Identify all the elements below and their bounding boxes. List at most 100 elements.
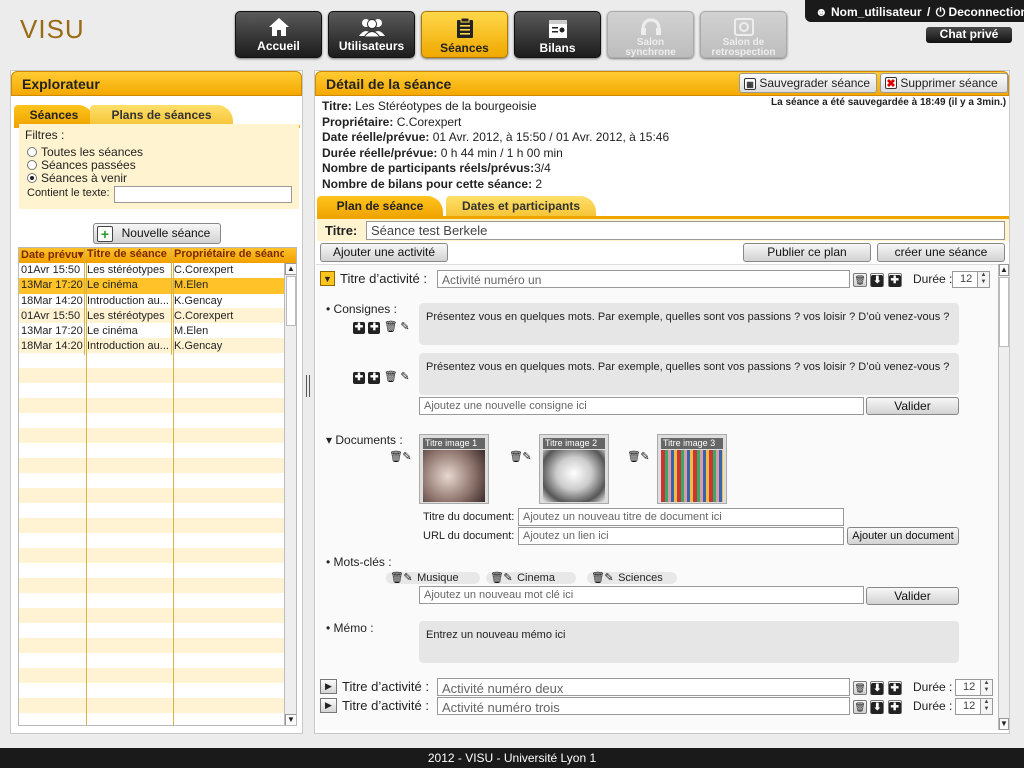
- table-row[interactable]: 13Mar 17:20 Le cinéma M.Elen: [19, 278, 296, 294]
- radio-button[interactable]: [27, 147, 37, 157]
- scroll-thumb[interactable]: [999, 277, 1009, 347]
- duration-stepper[interactable]: 12 ▲ ▼: [955, 679, 993, 696]
- edit-icon[interactable]: ✎: [603, 572, 615, 584]
- trash-icon[interactable]: 🗑: [853, 273, 867, 287]
- trash-icon[interactable]: 🗑: [389, 451, 403, 463]
- edit-icon[interactable]: ✎: [399, 321, 411, 333]
- duration-stepper[interactable]: 12 ▲ ▼: [955, 698, 993, 715]
- publish-plan-button[interactable]: Publier ce plan: [743, 243, 871, 262]
- move-down-icon[interactable]: ⬇: [870, 273, 885, 287]
- add-activity-button[interactable]: Ajouter une activité: [320, 243, 448, 262]
- scroll-up-icon[interactable]: ▲: [999, 264, 1009, 276]
- move-up-icon[interactable]: ✚: [887, 681, 902, 695]
- trash-icon[interactable]: 🗑: [384, 321, 398, 333]
- move-up-icon[interactable]: ✚: [887, 700, 902, 714]
- new-seance-button[interactable]: + Nouvelle séance: [93, 223, 221, 244]
- chat-prive-button[interactable]: Chat privé: [926, 27, 1012, 43]
- nav-bilans-button[interactable]: Bilans: [514, 11, 601, 58]
- consigne-item[interactable]: Présentez vous en quelques mots. Par exe…: [419, 353, 959, 395]
- nav-accueil-button[interactable]: Accueil: [235, 11, 322, 58]
- radio-label: Séances à venir: [41, 171, 128, 185]
- radio-past[interactable]: Séances passées: [27, 158, 136, 172]
- new-consigne-input[interactable]: Ajoutez une nouvelle consigne ici: [419, 397, 864, 415]
- trash-icon[interactable]: 🗑: [490, 572, 504, 584]
- activity-title-input[interactable]: Activité numéro deux: [437, 678, 850, 696]
- plan-scrollbar[interactable]: ▲ ▼: [998, 264, 1009, 730]
- document-thumbnail[interactable]: Titre image 2: [539, 434, 609, 504]
- plan-title-input[interactable]: Séance test Berkele: [366, 221, 1005, 240]
- save-seance-button[interactable]: ▦ Sauvegrader séance: [739, 73, 877, 93]
- radio-button[interactable]: [27, 160, 37, 170]
- stepper-arrows-icon[interactable]: ▲ ▼: [980, 680, 992, 695]
- collapse-activity-icon[interactable]: ▼: [320, 271, 335, 286]
- table-row[interactable]: 01Avr 15:50 Les stéréotypes C.Corexpert: [19, 308, 296, 325]
- edit-icon[interactable]: ✎: [502, 572, 514, 584]
- trash-icon[interactable]: 🗑: [384, 371, 398, 383]
- move-up-icon[interactable]: ✚: [887, 273, 902, 287]
- nav-salon-synchrone-button: Salon synchrone: [607, 11, 694, 58]
- tab-dates-participants[interactable]: Dates et participants: [446, 196, 596, 217]
- scroll-down-icon[interactable]: ▼: [285, 714, 296, 725]
- table-row[interactable]: 13Mar 17:20 Le cinéma M.Elen: [19, 324, 296, 340]
- trash-icon[interactable]: 🗑: [591, 572, 605, 584]
- stepper-arrows-icon[interactable]: ▲ ▼: [977, 272, 989, 287]
- radio-upcoming[interactable]: Séances à venir: [27, 171, 127, 185]
- col-title[interactable]: Titre de séance: [85, 248, 172, 263]
- nav-utilisateurs-button[interactable]: Utilisateurs: [328, 11, 415, 58]
- expand-activity-icon[interactable]: ▶: [320, 679, 337, 694]
- tab-seances[interactable]: Séances: [14, 105, 94, 126]
- tab-plan-de-seance[interactable]: Plan de séance: [317, 196, 443, 217]
- memo-textarea[interactable]: Entrez un nouveau mémo ici: [419, 621, 959, 663]
- edit-icon[interactable]: ✎: [639, 451, 651, 463]
- nav-seances-button[interactable]: Séances: [421, 11, 508, 58]
- splitter-handle[interactable]: [306, 375, 310, 397]
- scroll-thumb[interactable]: [286, 276, 296, 326]
- table-row[interactable]: 01Avr 15:50 Les stéréotypes C.Corexpert: [19, 263, 296, 279]
- validate-consigne-button[interactable]: Valider: [866, 397, 959, 415]
- trash-icon[interactable]: 🗑: [627, 451, 641, 463]
- document-thumbnail[interactable]: Titre image 1: [419, 434, 489, 504]
- move-up-icon[interactable]: ✚: [353, 372, 365, 384]
- tab-plans-de-seances[interactable]: Plans de séances: [90, 105, 233, 126]
- radio-button[interactable]: [27, 173, 37, 183]
- edit-icon[interactable]: ✎: [521, 451, 533, 463]
- logout-link[interactable]: Deconnection: [949, 5, 1024, 19]
- username-link[interactable]: Nom_utilisateur: [831, 5, 922, 19]
- table-row[interactable]: 18Mar 14:20 Introduction au... K.Gencay: [19, 339, 296, 355]
- document-thumbnail[interactable]: Titre image 3: [657, 434, 727, 504]
- validate-keyword-button[interactable]: Valider: [866, 587, 959, 605]
- expand-activity-icon[interactable]: ▶: [320, 698, 337, 713]
- table-row[interactable]: 18Mar 14:20 Introduction au... K.Gencay: [19, 293, 296, 309]
- stepper-arrows-icon[interactable]: ▲ ▼: [980, 699, 992, 714]
- new-keyword-input[interactable]: Ajoutez un nouveau mot clé ici: [419, 586, 864, 604]
- trash-icon[interactable]: 🗑: [853, 700, 867, 714]
- scroll-up-icon[interactable]: ▲: [285, 263, 296, 275]
- text-filter-input[interactable]: [114, 186, 292, 203]
- trash-icon[interactable]: 🗑: [390, 572, 404, 584]
- move-down-icon[interactable]: ✚: [368, 372, 381, 384]
- col-date[interactable]: Date prévu▾: [19, 248, 85, 263]
- col-owner[interactable]: Propriétaire de séance: [172, 248, 284, 263]
- duration-stepper[interactable]: 12 ▲ ▼: [952, 271, 990, 288]
- activity-title-input[interactable]: Activité numéro trois: [437, 697, 850, 715]
- create-seance-button[interactable]: créer une séance: [877, 243, 1005, 262]
- trash-icon[interactable]: 🗑: [853, 681, 867, 695]
- add-document-button[interactable]: Ajouter un document: [847, 527, 959, 545]
- consigne-item[interactable]: Présentez vous en quelques mots. Par exe…: [419, 303, 959, 345]
- table-scrollbar[interactable]: ▲ ▼: [284, 263, 296, 725]
- move-down-icon[interactable]: ✚: [368, 322, 381, 334]
- delete-seance-button[interactable]: ✖ Supprimer séance: [880, 73, 1008, 93]
- activity-title-input[interactable]: Activité numéro un: [437, 270, 850, 288]
- move-down-icon[interactable]: ⬇: [870, 700, 885, 714]
- doc-url-input[interactable]: Ajoutez un lien ici: [518, 527, 844, 545]
- edit-icon[interactable]: ✎: [402, 572, 414, 584]
- move-down-icon[interactable]: ⬇: [870, 681, 885, 695]
- edit-icon[interactable]: ✎: [401, 451, 413, 463]
- edit-icon[interactable]: ✎: [399, 371, 411, 383]
- trash-icon[interactable]: 🗑: [509, 451, 523, 463]
- radio-all[interactable]: Toutes les séances: [27, 145, 143, 159]
- duration-value: 12: [963, 700, 976, 712]
- doc-title-input[interactable]: Ajoutez un nouveau titre de document ici: [518, 508, 844, 526]
- scroll-down-icon[interactable]: ▼: [999, 718, 1009, 730]
- move-up-icon[interactable]: ✚: [353, 322, 365, 334]
